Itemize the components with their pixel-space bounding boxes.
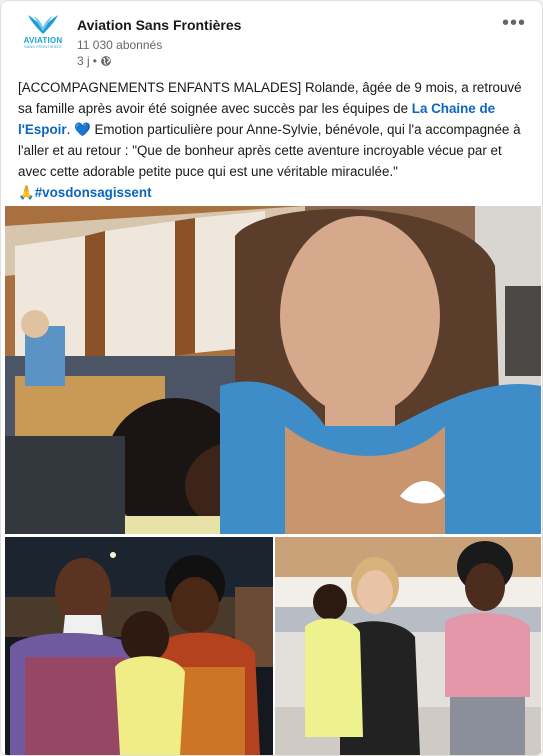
photo-family-illustration [5, 537, 273, 755]
org-logo[interactable]: AVIATION SANS FRONTIÈRES [17, 13, 69, 65]
followers-count: 11 030 abonnés [77, 38, 163, 52]
logo-icon [28, 15, 58, 34]
more-icon: ••• [501, 12, 526, 34]
post-image-reunion[interactable] [275, 537, 541, 755]
more-options-button[interactable]: ••• [502, 13, 526, 33]
logo-subtext: SANS FRONTIÈRES [24, 45, 62, 49]
post-header: AVIATION SANS FRONTIÈRES Aviation Sans F… [1, 1, 542, 71]
post-meta: 3 j • [77, 54, 112, 68]
logo-text: AVIATION [23, 36, 63, 45]
post-text-part2: . [66, 122, 75, 137]
hashtag-link[interactable]: #vosdonsagissent [35, 185, 152, 200]
pray-emoji: 🙏 [18, 185, 35, 200]
photo-reunion-illustration [275, 537, 541, 755]
post-image-main[interactable] [5, 206, 541, 534]
post-time[interactable]: 3 j [77, 54, 90, 68]
blue-heart-emoji: 💙 [74, 122, 91, 137]
post-card: AVIATION SANS FRONTIÈRES Aviation Sans F… [0, 0, 543, 756]
post-image-family[interactable] [5, 537, 273, 755]
post-text-part3: Emotion particulière pour Anne-Sylvie, b… [18, 122, 521, 179]
meta-separator: • [92, 54, 97, 68]
globe-icon [101, 56, 111, 66]
org-name-link[interactable]: Aviation Sans Frontières [77, 17, 241, 33]
photo-main-illustration [5, 206, 541, 534]
post-text: [ACCOMPAGNEMENTS ENFANTS MALADES] Roland… [18, 77, 528, 203]
